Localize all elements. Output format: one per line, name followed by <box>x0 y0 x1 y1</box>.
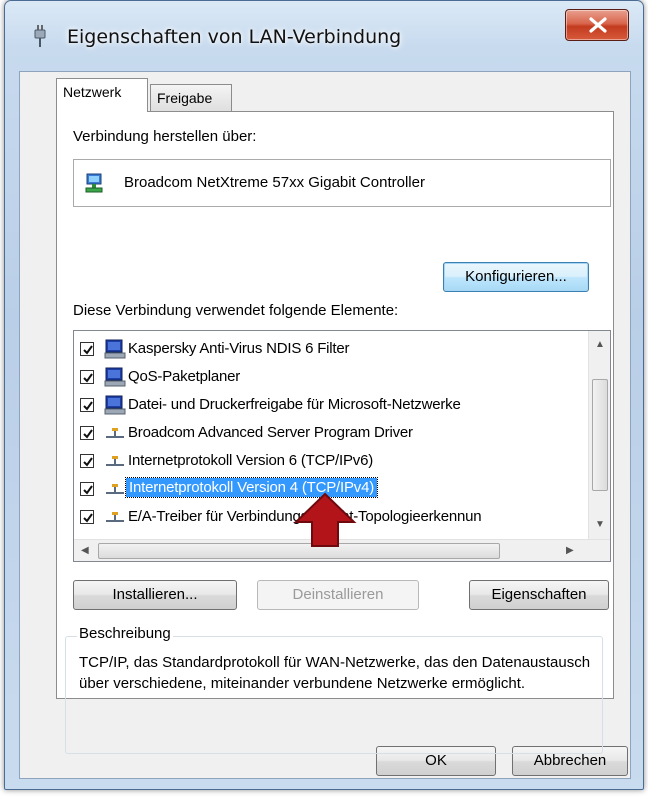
list-item-broadcom-asp[interactable]: Broadcom Advanced Server Program Driver <box>74 419 584 448</box>
dialog-body: Netzwerk Freigabe Verbindung herstellen … <box>19 71 631 779</box>
dialog-window: Eigenschaften von LAN-Verbindung Netzwer… <box>4 0 644 790</box>
list-item-label: QoS-Paketplaner <box>128 368 241 385</box>
checkbox[interactable] <box>80 342 94 356</box>
window-title: Eigenschaften von LAN-Verbindung <box>67 26 402 48</box>
list-item-label: Datei- und Druckerfreigabe für Microsoft… <box>128 396 461 413</box>
checkbox[interactable] <box>80 426 94 440</box>
scroll-up-icon[interactable]: ▲ <box>595 339 605 350</box>
connect-using-label: Verbindung herstellen über: <box>73 128 257 145</box>
checkmark-icon <box>83 513 93 523</box>
list-item-label: Internetprotokoll Version 6 (TCP/IPv6) <box>128 452 374 469</box>
checkmark-icon <box>83 429 93 439</box>
protocol-icon <box>104 422 126 448</box>
tab-panel-netzwerk: Verbindung herstellen über: Broadcom Net… <box>56 111 614 754</box>
checkbox[interactable] <box>80 370 94 384</box>
configure-button[interactable]: Konfigurieren... <box>443 262 589 292</box>
service-monitor-icon <box>104 338 126 364</box>
description-text: TCP/IP, das Standardprotokoll für WAN-Ne… <box>79 654 591 692</box>
list-item-kaspersky[interactable]: Kaspersky Anti-Virus NDIS 6 Filter <box>74 335 584 364</box>
checkmark-icon <box>83 485 93 495</box>
title-bar[interactable]: Eigenschaften von LAN-Verbindung <box>5 1 643 71</box>
adapter-name: Broadcom NetXtreme 57xx Gigabit Controll… <box>124 174 425 191</box>
properties-button[interactable]: Eigenschaften <box>469 580 609 610</box>
close-button[interactable] <box>565 9 629 41</box>
tab-netzwerk[interactable]: Netzwerk <box>56 78 148 112</box>
checkmark-icon <box>83 373 93 383</box>
scroll-right-icon[interactable]: ▶ <box>566 545 574 556</box>
list-item-ipv6[interactable]: Internetprotokoll Version 6 (TCP/IPv6) <box>74 447 584 476</box>
scroll-left-icon[interactable]: ◀ <box>81 545 89 556</box>
checkbox[interactable] <box>80 482 94 496</box>
checkmark-icon <box>83 401 93 411</box>
adapter-field: Broadcom NetXtreme 57xx Gigabit Controll… <box>73 159 611 207</box>
protocol-icon <box>104 478 126 504</box>
list-item-label: Kaspersky Anti-Virus NDIS 6 Filter <box>128 340 350 357</box>
protocol-icon <box>104 506 126 532</box>
list-item-label: Broadcom Advanced Server Program Driver <box>128 424 413 441</box>
service-monitor-icon <box>104 366 126 392</box>
close-icon <box>589 17 607 33</box>
checkbox[interactable] <box>80 398 94 412</box>
vertical-scrollbar[interactable]: ▲ ▼ <box>588 331 610 541</box>
checkbox[interactable] <box>80 454 94 468</box>
elements-label: Diese Verbindung verwendet folgende Elem… <box>73 302 399 319</box>
description-label: Beschreibung <box>77 625 173 642</box>
network-adapter-icon <box>84 172 106 198</box>
install-button[interactable]: Installieren... <box>73 580 237 610</box>
checkbox[interactable] <box>80 510 94 524</box>
uninstall-button[interactable]: Deinstallieren <box>257 580 419 610</box>
annotation-arrow-icon <box>293 492 357 547</box>
scroll-down-icon[interactable]: ▼ <box>595 519 605 530</box>
tab-freigabe[interactable]: Freigabe <box>150 84 232 112</box>
checkmark-icon <box>83 457 93 467</box>
list-item-qos[interactable]: QoS-Paketplaner <box>74 363 584 392</box>
vertical-scroll-thumb[interactable] <box>592 379 608 491</box>
checkmark-icon <box>83 345 93 355</box>
protocol-icon <box>104 450 126 476</box>
list-item-file-printer-sharing[interactable]: Datei- und Druckerfreigabe für Microsoft… <box>74 391 584 420</box>
service-monitor-icon <box>104 394 126 420</box>
network-plug-icon <box>33 25 47 51</box>
